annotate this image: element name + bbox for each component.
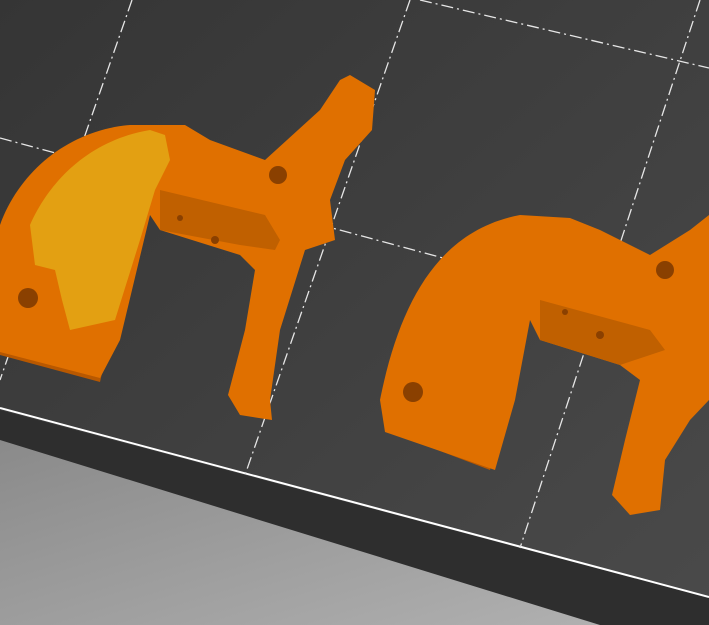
- screw-hole: [596, 331, 604, 339]
- screw-hole: [403, 382, 423, 402]
- screw-hole: [656, 261, 674, 279]
- screw-hole: [18, 288, 38, 308]
- scene-canvas[interactable]: [0, 0, 709, 625]
- screw-hole: [269, 166, 287, 184]
- screw-hole: [177, 215, 183, 221]
- screw-hole: [562, 309, 568, 315]
- screw-hole: [211, 236, 219, 244]
- 3d-viewport[interactable]: [0, 0, 709, 625]
